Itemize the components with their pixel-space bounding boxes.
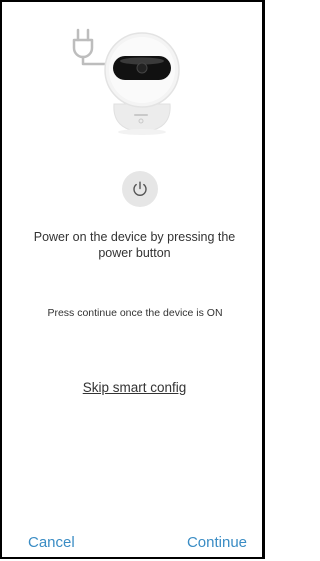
skip-smart-config-link[interactable]: Skip smart config	[2, 380, 262, 395]
power-button[interactable]	[122, 171, 158, 207]
device-illustration	[70, 20, 202, 142]
setup-screen: Power on the device by pressing the powe…	[0, 0, 265, 559]
continue-button[interactable]: Continue	[187, 534, 247, 551]
cancel-button[interactable]: Cancel	[28, 534, 75, 551]
camera-device-image	[104, 32, 180, 135]
plug-icon	[72, 28, 110, 66]
power-instruction-text: Power on the device by pressing the powe…	[33, 230, 236, 260]
power-icon	[133, 181, 147, 196]
continue-hint-text: Press continue once the device is ON	[47, 307, 223, 319]
